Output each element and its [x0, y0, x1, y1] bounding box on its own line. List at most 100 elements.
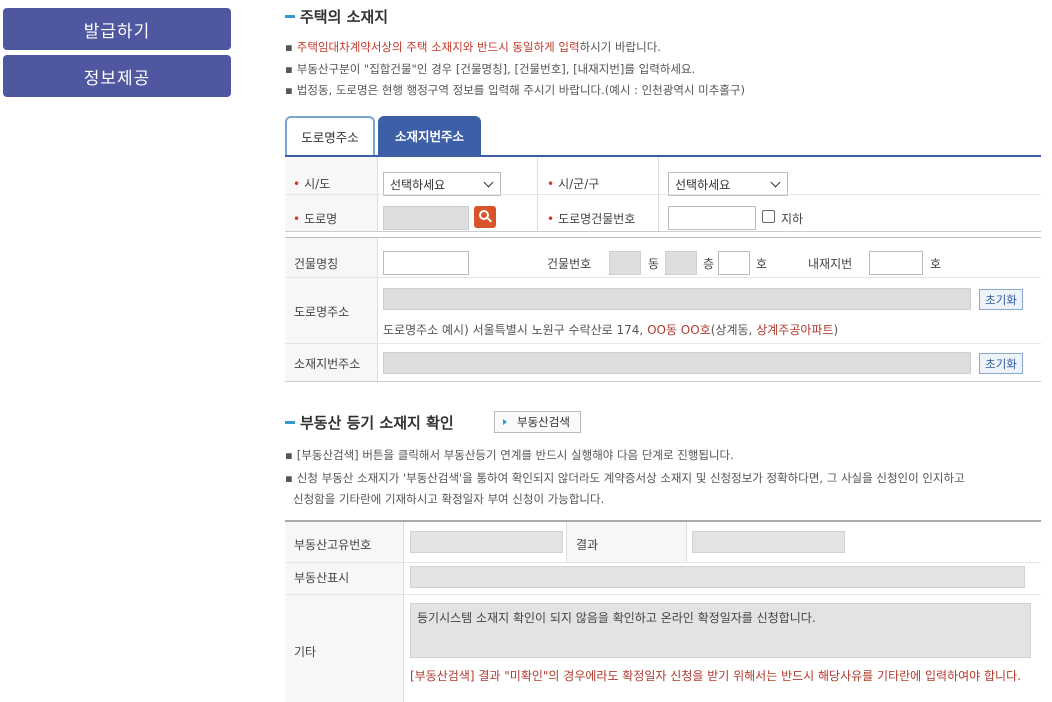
sido-label-text: 시/도 — [304, 177, 331, 191]
registry-note-1: ▪ [부동산검색] 버튼을 클릭해서 부동산등기 연계를 반드시 실행해야 다음 … — [285, 447, 734, 463]
floor-unit: 층 — [703, 257, 715, 271]
road-address-example: 도로명주소 예시) 서울특별시 노원구 수락산로 174, OO동 OO호(상계… — [383, 321, 838, 338]
example-red-1: OO동 OO호 — [647, 323, 711, 337]
title-dash-icon — [285, 15, 295, 18]
registry-note-1-text: [부동산검색] 버튼을 클릭해서 부동산등기 연계를 반드시 실행해야 다음 단… — [296, 448, 734, 462]
col-divider — [377, 157, 378, 231]
note-bullet: ▪ — [285, 83, 293, 97]
note-1: ▪ 주택임대차계약서상의 주택 소재지와 반드시 동일하게 입력하시기 바랍니다. — [285, 39, 661, 55]
etc-textarea[interactable]: 등기시스템 소재지 확인이 되지 않음을 확인하고 온라인 확정일자를 신청합니… — [410, 603, 1031, 658]
display-label: 부동산표시 — [294, 571, 350, 585]
road-building-no-label-text: 도로명건물번호 — [558, 212, 636, 226]
note-3: ▪ 법정동, 도로명은 현행 행정구역 정보를 입력해 주시기 바랍니다.(예시 … — [285, 82, 745, 98]
note-bullet: ▪ — [285, 471, 293, 485]
basement-checkbox[interactable] — [762, 210, 775, 223]
display-field — [410, 566, 1025, 588]
result-label: 결과 — [576, 538, 599, 552]
chevron-down-icon — [770, 177, 781, 187]
road-label: • 도로명 — [293, 210, 337, 227]
col-divider — [686, 522, 687, 562]
lot-address-reset-button[interactable]: 초기화 — [979, 353, 1023, 374]
building-ho-input[interactable] — [718, 251, 750, 275]
example-mid: (상계동, — [710, 323, 753, 337]
sido-select-value: 선택하세요 — [390, 177, 446, 192]
lot-address-label: 소재지번주소 — [294, 357, 361, 371]
row-divider — [285, 343, 1041, 344]
tab-lot-address[interactable]: 소재지번주소 — [378, 116, 481, 155]
building-floor-input[interactable] — [665, 251, 697, 275]
sigungu-select-value: 선택하세요 — [675, 177, 731, 192]
sigungu-label-text: 시/군/구 — [558, 177, 600, 191]
row-divider — [285, 277, 1041, 278]
note-bullet: ▪ — [285, 448, 293, 462]
required-mark: • — [293, 177, 301, 191]
example-red-2: 상계주공아파트 — [756, 323, 834, 337]
inner-lot-input[interactable] — [869, 251, 923, 275]
road-building-no-label: • 도로명건물번호 — [547, 210, 635, 227]
registry-note-2: ▪ 신청 부동산 소재지가 '부동산검색'을 통하여 확인되지 않더라도 계약증서… — [285, 470, 965, 486]
chevron-down-icon — [483, 177, 494, 187]
row-divider — [285, 237, 1041, 238]
col-divider — [566, 522, 567, 562]
building-no-label: 건물번호 — [547, 257, 592, 271]
note-2: ▪ 부동산구분이 "집합건물"인 경우 [건물명칭], [건물번호], [내재지번… — [285, 61, 695, 77]
sido-select[interactable]: 선택하세요 — [383, 172, 501, 196]
required-mark: • — [293, 212, 301, 226]
note-bullet: ▪ — [285, 40, 293, 54]
etc-warning: [부동산검색] 결과 "미확인"의 경우에라도 확정일자 신청을 받기 위해서는… — [410, 669, 1021, 683]
tab-road-address[interactable]: 도로명주소 — [285, 116, 375, 155]
inner-ho-unit: 호 — [930, 257, 942, 271]
row-divider — [285, 562, 1041, 563]
play-arrow-icon — [503, 419, 507, 425]
road-address-input[interactable] — [383, 288, 971, 310]
road-label-text: 도로명 — [304, 212, 338, 226]
form-bottom-border — [285, 381, 1041, 382]
dong-unit: 동 — [648, 257, 660, 271]
road-name-input[interactable] — [383, 206, 469, 230]
address-section-title: 주택의 소재지 — [285, 6, 388, 27]
address-section-title-text: 주택의 소재지 — [300, 8, 389, 26]
registry-note-2-cont: 신청함을 기타란에 기재하시고 확정일자 부여 신청이 가능합니다. — [293, 492, 605, 506]
registry-section-title-text: 부동산 등기 소재지 확인 — [300, 414, 454, 432]
basement-label: 지하 — [781, 212, 804, 226]
realty-search-button[interactable]: 부동산검색 — [494, 411, 581, 433]
building-dong-input[interactable] — [609, 251, 641, 275]
row-divider — [285, 594, 1041, 595]
row-divider — [285, 194, 1041, 195]
result-field — [692, 531, 845, 553]
registry-note-2-line-1: 신청 부동산 소재지가 '부동산검색'을 통하여 확인되지 않더라도 계약증서상… — [296, 471, 965, 485]
building-name-label: 건물명칭 — [294, 257, 339, 271]
search-icon[interactable] — [474, 206, 496, 228]
example-suffix: ) — [833, 323, 839, 337]
lot-address-input[interactable] — [383, 352, 971, 374]
road-address-label: 도로명주소 — [294, 305, 350, 319]
unique-no-field — [410, 531, 563, 553]
note-3-text: 법정동, 도로명은 현행 행정구역 정보를 입력해 주시기 바랍니다.(예시 :… — [296, 83, 745, 97]
sigungu-label: • 시/군/구 — [547, 175, 599, 192]
title-dash-icon — [285, 421, 295, 424]
col-divider — [403, 522, 404, 702]
col-divider — [537, 157, 538, 231]
sidebar-info-button[interactable]: 정보제공 — [3, 55, 231, 97]
inner-lot-label: 내재지번 — [808, 257, 853, 271]
etc-label: 기타 — [294, 645, 317, 659]
road-building-no-input[interactable] — [668, 206, 756, 230]
realty-search-button-label: 부동산검색 — [517, 415, 570, 429]
unique-no-label: 부동산고유번호 — [294, 538, 372, 552]
required-mark: • — [547, 177, 555, 191]
sigungu-select[interactable]: 선택하세요 — [668, 172, 788, 196]
example-prefix: 도로명주소 예시) 서울특별시 노원구 수락산로 174, — [383, 323, 644, 337]
note-1-tail: 하시기 바랍니다. — [579, 40, 661, 54]
col-divider — [377, 238, 378, 381]
col-divider — [658, 157, 659, 231]
row-divider — [285, 231, 1041, 232]
road-address-reset-button[interactable]: 초기화 — [979, 289, 1023, 310]
required-mark: • — [547, 212, 555, 226]
note-1-red: 주택임대차계약서상의 주택 소재지와 반드시 동일하게 입력 — [296, 40, 580, 54]
building-name-input[interactable] — [383, 251, 469, 275]
note-2-text: 부동산구분이 "집합건물"인 경우 [건물명칭], [건물번호], [내재지번]… — [296, 62, 696, 76]
note-bullet: ▪ — [285, 62, 293, 76]
form-top-border — [285, 155, 1041, 157]
ho-unit: 호 — [756, 257, 768, 271]
sidebar-issue-button[interactable]: 발급하기 — [3, 8, 231, 50]
